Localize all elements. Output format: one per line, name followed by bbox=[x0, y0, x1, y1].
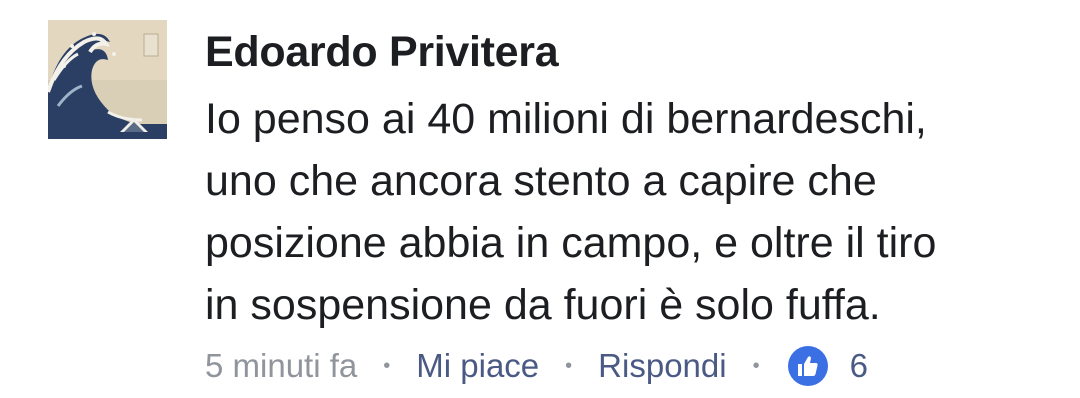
separator-dot: • bbox=[383, 354, 391, 377]
comment-text-line: in sospensione da fuori è solo fuffa. bbox=[205, 281, 881, 329]
comment-text-line: posizione abbia in campo, e oltre il tir… bbox=[205, 219, 937, 267]
like-button[interactable]: Mi piace bbox=[416, 347, 539, 385]
like-icon bbox=[787, 346, 828, 386]
comment-timestamp[interactable]: 5 minuti fa bbox=[205, 347, 357, 385]
reactions-summary[interactable]: 6 bbox=[787, 346, 868, 386]
comment-text: Io penso ai 40 milioni di bernardeschi, … bbox=[205, 88, 1065, 336]
comment-author[interactable]: Edoardo Privitera bbox=[205, 28, 559, 77]
comment-actions: 5 minuti fa • Mi piace • Rispondi • 6 bbox=[205, 344, 868, 388]
avatar[interactable] bbox=[48, 20, 167, 139]
comment-text-line: uno che ancora stento a capire che bbox=[205, 157, 877, 205]
reply-button[interactable]: Rispondi bbox=[598, 347, 726, 385]
separator-dot: • bbox=[565, 354, 573, 377]
comment: Edoardo Privitera Io penso ai 40 milioni… bbox=[0, 0, 1080, 398]
comment-text-line: Io penso ai 40 milioni di bernardeschi, bbox=[205, 95, 927, 143]
reaction-count: 6 bbox=[849, 347, 868, 384]
separator-dot: • bbox=[752, 354, 760, 377]
great-wave-avatar-icon bbox=[48, 20, 167, 139]
